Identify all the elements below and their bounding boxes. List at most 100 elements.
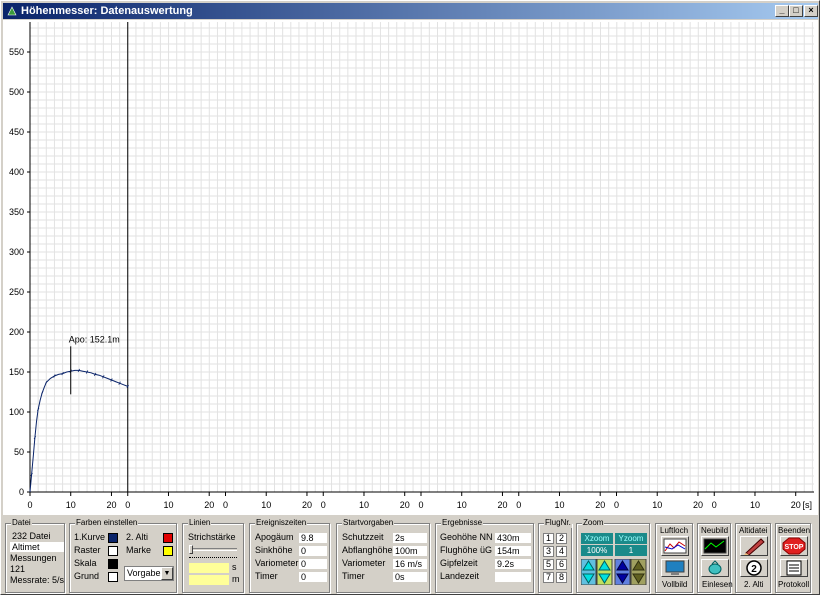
result-label-3: Landezeit <box>440 571 480 581</box>
x-tick-label: 10 <box>359 500 369 510</box>
stop-sign-icon: STOP <box>782 537 806 555</box>
pencil-icon <box>744 538 765 556</box>
flight-4-button[interactable]: 4 <box>556 546 567 557</box>
result-value-3[interactable] <box>495 572 531 582</box>
slider-thumb[interactable] <box>189 545 193 554</box>
result-label-1: Flughöhe üG <box>440 545 493 555</box>
minimize-button[interactable]: _ <box>775 5 789 17</box>
grid-color-swatch[interactable] <box>108 546 118 556</box>
load-label: Einlesen <box>702 580 733 589</box>
exit-group: Beenden STOP Protokoll <box>775 523 811 593</box>
time-field[interactable] <box>189 563 229 573</box>
event-label-0: Apogäum <box>255 532 294 542</box>
protocol-button[interactable] <box>780 559 808 577</box>
apogee-label: Apo: 152.1m <box>69 334 120 344</box>
marker-color-label: Marke <box>126 545 152 555</box>
event-value-0[interactable]: 9.8 <box>299 533 327 543</box>
event-label-2: Variometer <box>255 558 299 568</box>
colors-group: Farben einstellen 1.Kurve Raster Skala G… <box>69 518 177 593</box>
fullscreen-button[interactable] <box>661 559 689 577</box>
x-tick-label: 20 <box>693 500 703 510</box>
title-bar[interactable]: Höhenmesser: Datenauswertung _ □ × <box>3 3 818 19</box>
scale-color-label: Skala <box>74 558 97 568</box>
disk-load-icon <box>708 560 722 575</box>
file-name: 232 Datei <box>12 531 51 541</box>
yzoom-label[interactable]: Yzoom <box>615 533 647 544</box>
results-group: Ergebnisse Geohöhe NN 430m Flughöhe üG 1… <box>435 518 534 593</box>
yzoom-in-button[interactable] <box>614 559 631 585</box>
x-tick-label: 0 <box>223 500 228 510</box>
maximize-button[interactable]: □ <box>789 5 803 17</box>
altifile-button[interactable] <box>740 536 768 556</box>
stop-button[interactable]: STOP <box>780 536 808 556</box>
grid-color-label: Raster <box>74 545 101 555</box>
y-tick-label: 450 <box>9 127 24 137</box>
flight-3-button[interactable]: 3 <box>543 546 554 557</box>
flight-7-button[interactable]: 7 <box>543 572 554 583</box>
event-times-caption: Ereigniszeiten <box>255 518 308 528</box>
background-color-swatch[interactable] <box>108 572 118 582</box>
airhole-button[interactable] <box>661 536 689 556</box>
stroke-width-slider[interactable] <box>189 548 237 551</box>
y-tick-label: 500 <box>9 87 24 97</box>
result-value-0[interactable]: 430m <box>495 533 531 543</box>
x-tick-label: 0 <box>418 500 423 510</box>
measurements-count: 121 <box>10 564 26 574</box>
yzoom-out-button[interactable] <box>630 559 647 585</box>
xzoom-in-button[interactable] <box>581 559 597 585</box>
load-button[interactable] <box>701 559 729 577</box>
second-alti-button[interactable]: 2 <box>740 559 768 577</box>
x-tick-label: 0 <box>516 500 521 510</box>
color-preset-value: Vorgabe <box>127 568 161 578</box>
alti2-color-label: 2. Alti <box>126 532 149 542</box>
protocol-label: Protokoll <box>778 580 810 589</box>
xzoom-out-button[interactable] <box>596 559 613 585</box>
event-value-2[interactable]: 0 <box>299 559 327 569</box>
flight-2-button[interactable]: 2 <box>556 533 567 544</box>
x-tick-label: 0 <box>27 500 32 510</box>
flight-1-button[interactable]: 1 <box>543 533 554 544</box>
scale-color-swatch[interactable] <box>108 559 118 569</box>
start-value-0[interactable]: 2s <box>393 533 427 543</box>
sample-rate: Messrate: 5/s <box>10 575 65 585</box>
event-value-3[interactable]: 0 <box>299 572 327 582</box>
y-tick-label: 200 <box>9 327 24 337</box>
number-two-icon: 2 <box>746 560 762 576</box>
y-tick-label: 100 <box>9 407 24 417</box>
xzoom-label[interactable]: Xzoom <box>581 533 613 544</box>
file-group: Datei 232 Datei Altimet Messungen 121 Me… <box>5 518 65 593</box>
curve1-color-swatch[interactable] <box>108 533 118 543</box>
y-tick-label: 350 <box>9 207 24 217</box>
x-tick-label: 20 <box>204 500 214 510</box>
y-tick-label: 550 <box>9 47 24 57</box>
x-tick-label: 20 <box>497 500 507 510</box>
height-field[interactable] <box>189 575 229 585</box>
altitude-plot[interactable]: 0 50 100 150 200 250 300 350 400 450 500 550 0 10 20 0 1… <box>3 20 818 515</box>
start-value-2[interactable]: 16 m/s <box>393 559 427 569</box>
start-value-1[interactable]: 100m <box>393 546 427 556</box>
alti2-color-swatch[interactable] <box>163 533 173 543</box>
window-title: Höhenmesser: Datenauswertung <box>21 5 193 17</box>
results-caption: Ergebnisse <box>441 518 484 528</box>
monitor-icon <box>665 560 685 575</box>
close-button[interactable]: × <box>804 5 818 17</box>
start-value-3[interactable]: 0s <box>393 572 427 582</box>
height-unit: m <box>232 574 240 584</box>
result-value-2[interactable]: 9.2s <box>495 559 531 569</box>
flight-8-button[interactable]: 8 <box>556 572 567 583</box>
redraw-button[interactable] <box>701 536 729 556</box>
zoom-group: Zoom Xzoom Yzoom 100% 1 <box>576 518 650 593</box>
flight-5-button[interactable]: 5 <box>543 559 554 570</box>
flight-6-button[interactable]: 6 <box>556 559 567 570</box>
x-tick-label: 0 <box>321 500 326 510</box>
marker-color-swatch[interactable] <box>163 546 173 556</box>
event-value-1[interactable]: 0 <box>299 546 327 556</box>
event-label-3: Timer <box>255 571 278 581</box>
altimeter-app-icon <box>7 6 17 16</box>
color-preset-select[interactable]: Vorgabe ▼ <box>124 566 174 581</box>
chevron-down-icon[interactable]: ▼ <box>161 567 173 580</box>
redraw-caption: Neubild <box>701 526 729 535</box>
file-type: Altimet <box>10 542 64 552</box>
result-value-1[interactable]: 154m <box>495 546 531 556</box>
airhole-caption: Luftloch <box>660 526 689 535</box>
